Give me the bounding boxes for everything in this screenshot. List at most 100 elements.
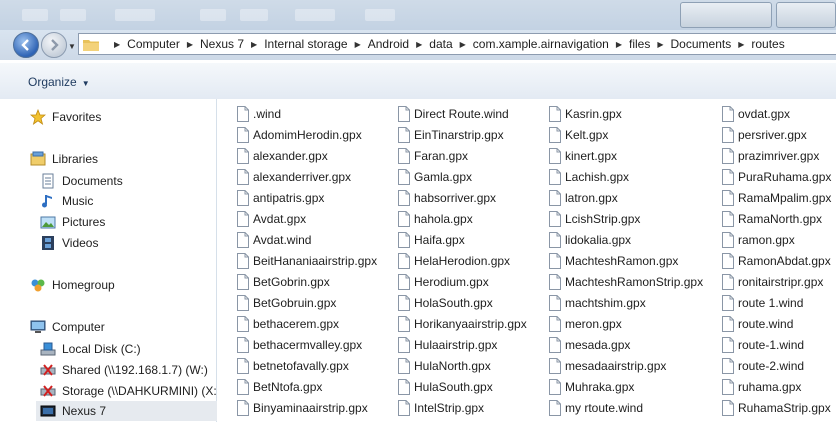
file-item[interactable]: ovdat.gpx <box>722 104 790 124</box>
file-item[interactable]: RamaNorth.gpx <box>722 209 822 229</box>
menu-item-blurred[interactable] <box>60 9 86 21</box>
breadcrumb-documents[interactable]: Documents <box>671 37 732 51</box>
forward-button[interactable] <box>41 32 67 58</box>
file-item[interactable]: habsorriver.gpx <box>398 188 496 208</box>
file-item[interactable]: RuhamaStrip.gpx <box>722 398 831 418</box>
breadcrumb-routes[interactable]: routes <box>751 37 784 51</box>
breadcrumb-separator-icon[interactable]: ▶ <box>416 40 422 49</box>
file-item[interactable]: Avdat.wind <box>237 230 311 250</box>
file-item[interactable]: RamaMpalim.gpx <box>722 188 831 208</box>
file-item[interactable]: latron.gpx <box>549 188 618 208</box>
nav-music[interactable]: Music <box>40 191 93 211</box>
file-item[interactable]: BetNtofa.gpx <box>237 377 322 397</box>
file-item[interactable]: route-2.wind <box>722 356 804 376</box>
breadcrumb-android[interactable]: Android <box>368 37 409 51</box>
file-item[interactable]: persriver.gpx <box>722 125 807 145</box>
file-item[interactable]: Herodium.gpx <box>398 272 489 292</box>
file-item[interactable]: alexander.gpx <box>237 146 328 166</box>
file-item[interactable]: AdomimHerodin.gpx <box>237 125 362 145</box>
menu-item-blurred[interactable] <box>295 9 335 21</box>
file-item[interactable]: PuraRuhama.gpx <box>722 167 831 187</box>
file-item[interactable]: my rtoute.wind <box>549 398 643 418</box>
file-item[interactable]: BeitHananiaairstrip.gpx <box>237 251 377 271</box>
file-item[interactable]: Muhraka.gpx <box>549 377 634 397</box>
file-item[interactable]: IntelStrip.gpx <box>398 398 484 418</box>
file-item[interactable]: hahola.gpx <box>398 209 473 229</box>
file-item[interactable]: Direct Route.wind <box>398 104 509 124</box>
file-item[interactable]: antipatris.gpx <box>237 188 324 208</box>
file-item[interactable]: machtshim.gpx <box>549 293 646 313</box>
breadcrumb-separator-icon[interactable]: ▶ <box>460 40 466 49</box>
file-item[interactable]: ruhama.gpx <box>722 377 801 397</box>
file-item[interactable]: kinert.gpx <box>549 146 617 166</box>
file-item[interactable]: HelaHerodion.gpx <box>398 251 510 271</box>
breadcrumb-separator-icon[interactable]: ▶ <box>114 40 120 49</box>
breadcrumb-nexus-7[interactable]: Nexus 7 <box>200 37 244 51</box>
nav-homegroup[interactable]: Homegroup <box>30 275 115 295</box>
window-control-button[interactable] <box>680 2 772 28</box>
nav-nexus-7[interactable]: Nexus 7 <box>36 401 218 421</box>
breadcrumb-computer[interactable]: Computer <box>127 37 180 51</box>
breadcrumb-internal-storage[interactable]: Internal storage <box>264 37 347 51</box>
recent-pages-dropdown-icon[interactable]: ▼ <box>68 42 76 51</box>
menu-item-blurred[interactable] <box>240 9 268 21</box>
file-item[interactable]: BetGobrin.gpx <box>237 272 330 292</box>
file-item[interactable]: HulaSouth.gpx <box>398 377 493 397</box>
file-item[interactable]: Gamla.gpx <box>398 167 472 187</box>
file-item[interactable]: betnetofavally.gpx <box>237 356 349 376</box>
file-item[interactable]: alexanderriver.gpx <box>237 167 351 187</box>
file-item[interactable]: route.wind <box>722 314 793 334</box>
menu-item-blurred[interactable] <box>115 9 155 21</box>
menu-item-blurred[interactable] <box>365 9 395 21</box>
file-item[interactable]: Haifa.gpx <box>398 230 465 250</box>
file-item[interactable]: Hulaairstrip.gpx <box>398 335 497 355</box>
nav-shared-drive[interactable]: Shared (\\192.168.1.7) (W:) <box>40 360 208 380</box>
address-bar[interactable]: ▶ Computer ▶ Nexus 7 ▶ Internal storage … <box>78 33 836 55</box>
file-item[interactable]: lidokalia.gpx <box>549 230 631 250</box>
nav-pictures[interactable]: Pictures <box>40 212 105 232</box>
window-control-button[interactable] <box>776 2 836 28</box>
file-item[interactable]: bethacerem.gpx <box>237 314 339 334</box>
nav-computer[interactable]: Computer <box>30 317 105 337</box>
breadcrumb-separator-icon[interactable]: ▶ <box>355 40 361 49</box>
file-item[interactable]: Avdat.gpx <box>237 209 306 229</box>
breadcrumb-separator-icon[interactable]: ▶ <box>251 40 257 49</box>
file-item[interactable]: meron.gpx <box>549 314 622 334</box>
file-item[interactable]: Horikanyaairstrip.gpx <box>398 314 527 334</box>
breadcrumb-files[interactable]: files <box>629 37 650 51</box>
file-item[interactable]: ramon.gpx <box>722 230 795 250</box>
file-item[interactable]: ronitairstripr.gpx <box>722 272 823 292</box>
file-item[interactable]: mesadaairstrip.gpx <box>549 356 666 376</box>
file-item[interactable]: BetGobruin.gpx <box>237 293 336 313</box>
nav-libraries[interactable]: Libraries <box>30 149 98 169</box>
file-item[interactable]: .wind <box>237 104 281 124</box>
file-item[interactable]: prazimriver.gpx <box>722 146 819 166</box>
file-item[interactable]: EinTinarstrip.gpx <box>398 125 504 145</box>
file-item[interactable]: route 1.wind <box>722 293 803 313</box>
file-item[interactable]: Lachish.gpx <box>549 167 629 187</box>
file-item[interactable]: MachteshRamon.gpx <box>549 251 678 271</box>
breadcrumb-separator-icon[interactable]: ▶ <box>738 40 744 49</box>
breadcrumb-separator-icon[interactable]: ▶ <box>616 40 622 49</box>
breadcrumb-package[interactable]: com.xample.airnavigation <box>473 37 609 51</box>
file-item[interactable]: LcishStrip.gpx <box>549 209 640 229</box>
file-item[interactable]: bethacermvalley.gpx <box>237 335 362 355</box>
nav-local-disk[interactable]: Local Disk (C:) <box>40 339 141 359</box>
file-item[interactable]: Kelt.gpx <box>549 125 608 145</box>
file-item[interactable]: RamonAbdat.gpx <box>722 251 831 271</box>
file-item[interactable]: HulaNorth.gpx <box>398 356 491 376</box>
nav-documents[interactable]: Documents <box>40 171 123 191</box>
nav-videos[interactable]: Videos <box>40 233 98 253</box>
file-item[interactable]: Faran.gpx <box>398 146 468 166</box>
file-item[interactable]: MachteshRamonStrip.gpx <box>549 272 703 292</box>
file-item[interactable]: Kasrin.gpx <box>549 104 622 124</box>
breadcrumb-data[interactable]: data <box>429 37 452 51</box>
file-item[interactable]: HolaSouth.gpx <box>398 293 493 313</box>
menu-item-blurred[interactable] <box>22 9 48 21</box>
menu-item-blurred[interactable] <box>200 9 226 21</box>
nav-favorites[interactable]: Favorites <box>30 107 101 127</box>
breadcrumb-separator-icon[interactable]: ▶ <box>657 40 663 49</box>
file-item[interactable]: Binyaminaairstrip.gpx <box>237 398 368 418</box>
nav-storage-drive[interactable]: Storage (\\DAHKURMINI) (X:) <box>40 381 221 401</box>
file-item[interactable]: route-1.wind <box>722 335 804 355</box>
